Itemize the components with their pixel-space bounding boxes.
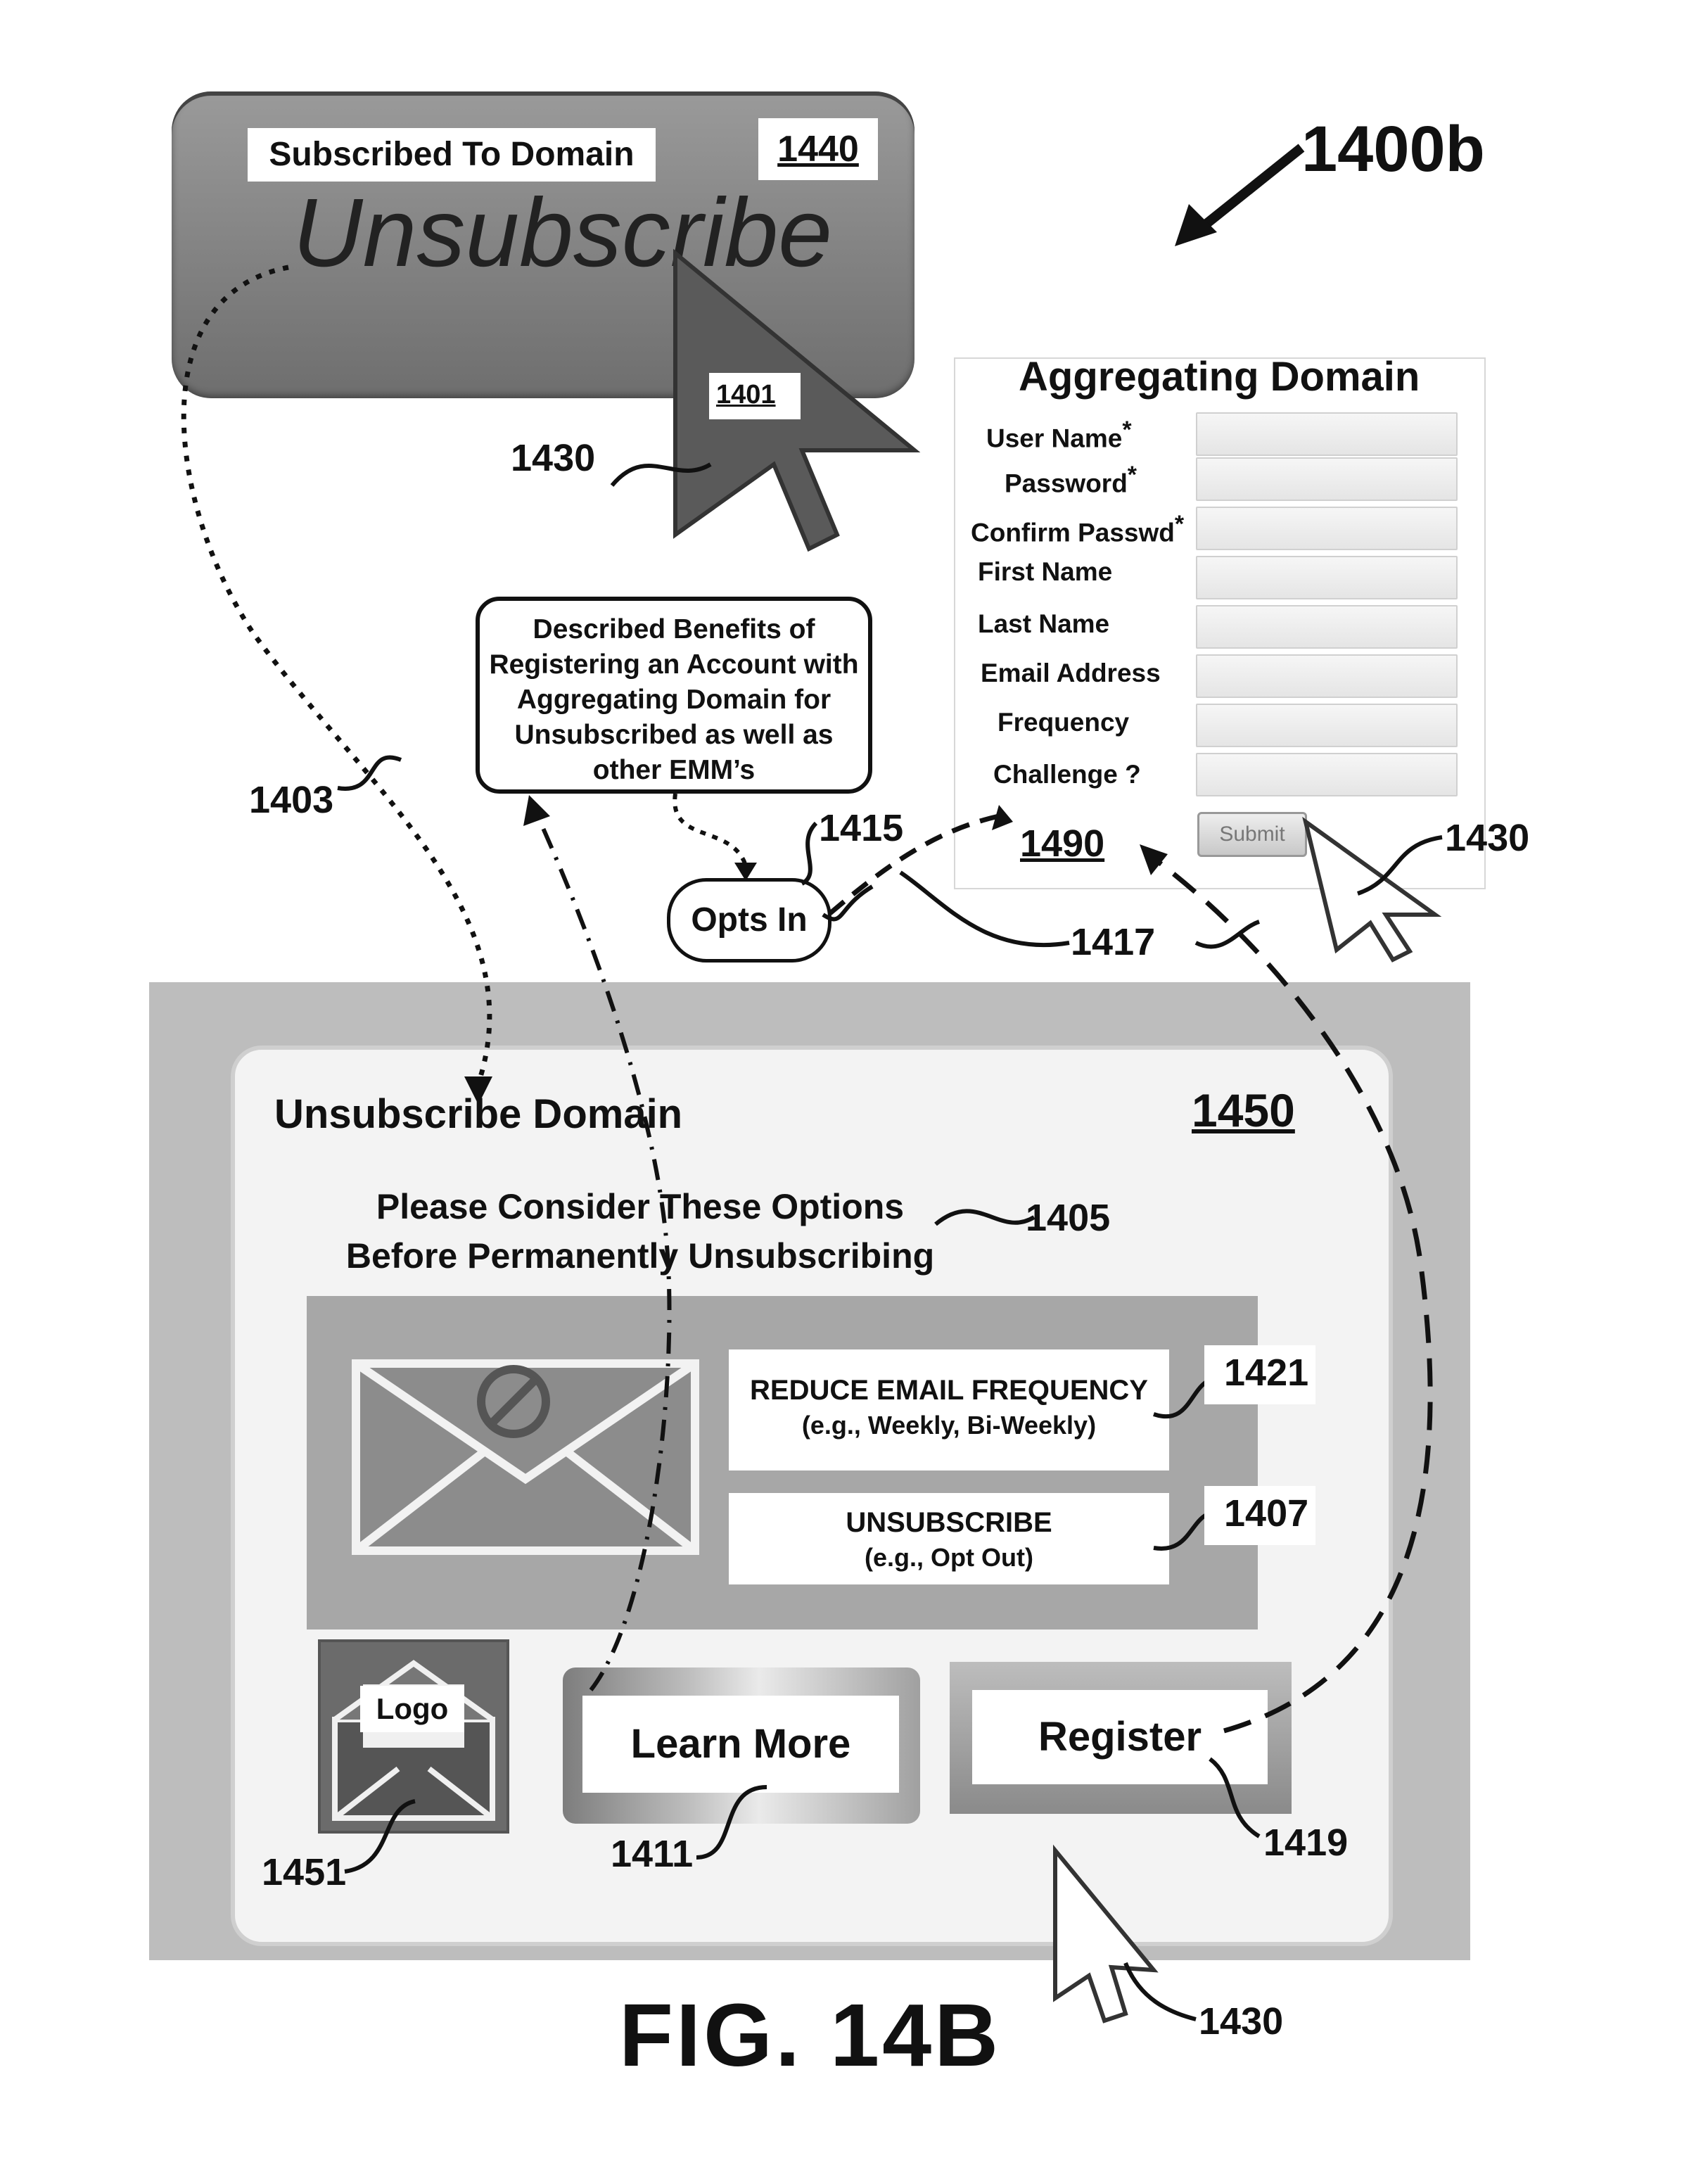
dashed-connector-register [1154,858,1430,1731]
ref-1415: 1415 [819,806,903,850]
ref-1403: 1403 [249,778,333,822]
cursor-icon-submit [1306,822,1435,960]
cursor-icon-register [1055,1850,1154,2021]
ref-1430-submit: 1430 [1445,816,1529,860]
ref-1430-top: 1430 [511,436,595,480]
dotted-connector-1403 [184,267,490,1084]
ref-1417: 1417 [1071,920,1155,964]
ref-1430-register: 1430 [1199,2000,1283,2043]
ref-1405: 1405 [1026,1196,1110,1240]
ref-1411: 1411 [611,1832,693,1876]
ref-1451: 1451 [262,1850,346,1894]
figure-label: FIG. 14B [619,1984,1001,2086]
dotted-connector-opts-in [675,794,746,865]
connector-overlay [0,0,1708,2160]
ref-1421: 1421 [1224,1351,1308,1395]
ref-1401: 1401 [716,380,776,410]
ref-1419: 1419 [1263,1821,1348,1864]
dashdot-connector [535,809,670,1690]
ref-1407: 1407 [1224,1492,1308,1535]
